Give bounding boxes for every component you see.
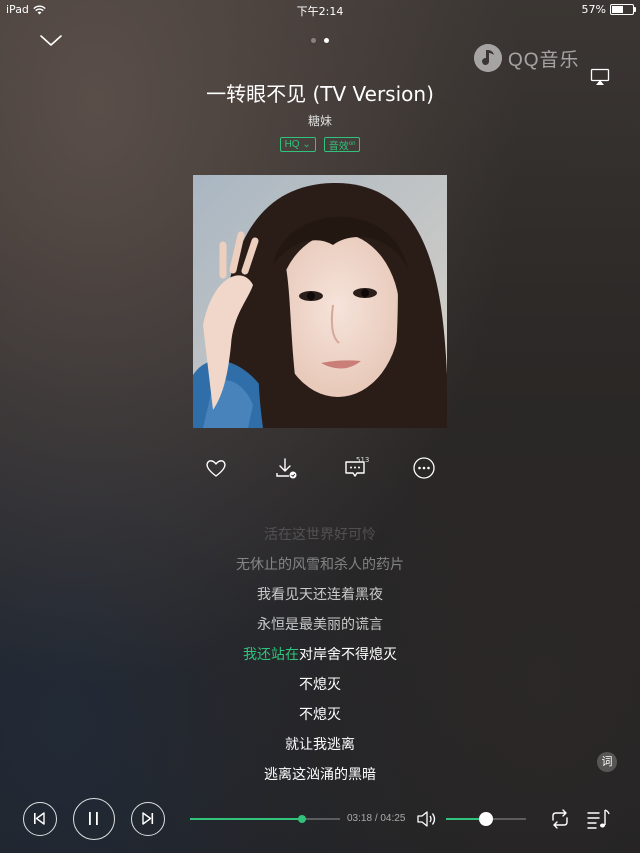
page-dot[interactable] [324, 38, 329, 43]
song-title: 一转眼不见 (TV Version) [206, 82, 434, 106]
badge-row: HQ ⌄ 音效on [0, 137, 640, 152]
heart-icon[interactable] [204, 456, 228, 480]
sound-effect-badge[interactable]: 音效on [323, 137, 361, 153]
lyric-line: 不熄灭 [299, 707, 341, 723]
page-dot[interactable] [311, 38, 316, 43]
progress-fill [190, 818, 303, 820]
lyric-line: 逃离这汹涌的黑暗 [264, 767, 376, 783]
volume-icon[interactable] [416, 809, 438, 829]
download-icon[interactable] [274, 456, 298, 480]
next-button[interactable] [131, 802, 165, 836]
pause-button[interactable] [73, 798, 115, 840]
chevron-down-icon: ⌄ [302, 139, 311, 150]
battery-fill [612, 6, 623, 13]
lyric-line: 活在这世界好可怜 [264, 527, 376, 543]
more-icon[interactable] [412, 456, 436, 480]
quality-badge-label: HQ [284, 139, 300, 150]
lyric-line-current: 我还站在对岸舍不得熄灭 [0, 644, 640, 664]
previous-button[interactable] [23, 802, 57, 836]
skip-back-icon [34, 812, 45, 825]
duration-time: 04:25 [380, 813, 406, 824]
skip-forward-icon [142, 812, 154, 825]
qq-music-logo: QQ音乐 [474, 44, 580, 72]
lyric-line: 不熄灭 [299, 677, 341, 693]
song-artist[interactable]: 糖妹 [0, 112, 640, 129]
volume-slider[interactable] [446, 812, 526, 826]
lyric-line: 就让我逃离 [285, 737, 355, 753]
time-display: 03:18 / 04:25 [347, 813, 405, 824]
playlist-icon[interactable] [586, 807, 610, 831]
repeat-icon[interactable] [549, 808, 571, 830]
status-time: 下午2:14 [296, 5, 344, 18]
progress-handle[interactable] [298, 815, 307, 823]
pause-icon [89, 812, 98, 825]
lyric-line: 无休止的风雪和杀人的药片 [236, 557, 404, 573]
status-bar: iPad 下午2:14 57% [0, 0, 640, 18]
lyric-line: 我看见天还连着黑夜 [257, 587, 383, 603]
lyric-remaining-part: 对岸舍不得熄灭 [299, 647, 397, 663]
elapsed-time: 03:18 [347, 813, 373, 824]
volume-handle[interactable] [479, 812, 493, 826]
sound-effect-label: 音效 [328, 141, 349, 153]
sound-effect-state: on [348, 141, 356, 147]
qq-music-logo-icon [474, 44, 502, 72]
lyrics-toggle-button[interactable]: 词 [597, 752, 617, 772]
quality-badge[interactable]: HQ ⌄ [279, 137, 316, 152]
progress-bar[interactable] [190, 815, 340, 823]
logo-text: QQ音乐 [508, 49, 580, 71]
battery-percent: 57% [581, 3, 606, 16]
lyric-line: 永恒是最美丽的谎言 [257, 617, 383, 633]
comment-count: 513 [356, 456, 370, 464]
album-cover [193, 175, 447, 428]
lyric-played-part: 我还站在 [243, 647, 299, 663]
battery-icon [610, 4, 636, 15]
status-right: 57% [581, 3, 636, 16]
page-indicator[interactable] [0, 38, 640, 43]
